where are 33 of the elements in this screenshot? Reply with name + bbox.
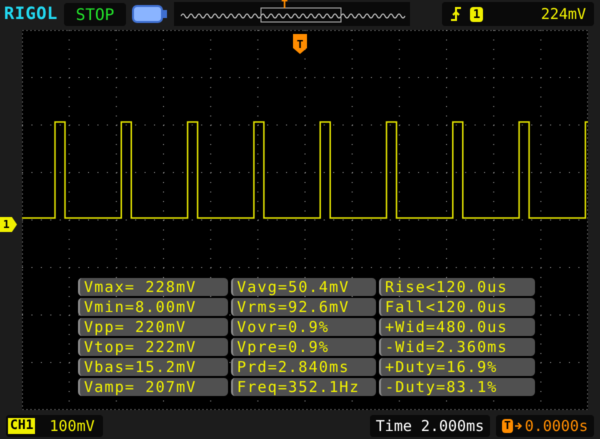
battery-icon <box>132 5 168 23</box>
measurement-cell: Vrms=92.6mV <box>231 298 376 316</box>
channel-label: CH1 <box>8 418 36 434</box>
measurement-cell: +Duty=16.9% <box>379 358 535 376</box>
right-arrow-icon <box>514 420 523 430</box>
measurement-cell: Vbas=15.2mV <box>78 358 228 376</box>
rising-edge-icon <box>450 6 462 22</box>
channel-level-marker[interactable]: 1 <box>0 217 17 232</box>
measurement-cell: Rise<120.0us <box>379 278 535 296</box>
measurement-cell: Freq=352.1Hz <box>231 378 376 396</box>
run-state[interactable]: STOP <box>64 2 126 26</box>
trigger-position-marker: T <box>281 0 288 11</box>
vertical-scale: 100mV <box>49 416 95 434</box>
trigger-offset-label: T <box>502 418 513 432</box>
trigger-level: 224mV <box>540 5 586 23</box>
measurement-cell: -Wid=2.360ms <box>379 338 535 356</box>
time-base: Time 2.000ms <box>370 414 490 436</box>
measurement-cell: +Wid=480.0us <box>379 318 535 336</box>
measurement-cell: Vpre=0.9% <box>231 338 376 356</box>
measurement-cell: Vpp= 220mV <box>78 318 228 336</box>
measurement-cell: Vtop= 222mV <box>78 338 228 356</box>
measurement-cell: Fall<120.0us <box>379 298 535 316</box>
measurement-cell: Vavg=50.4mV <box>231 278 376 296</box>
trigger-marker[interactable]: T <box>293 34 307 54</box>
trigger-channel: 1 <box>470 6 484 22</box>
measurement-cell: -Duty=83.1% <box>379 378 535 396</box>
measurement-cell: Vmin=8.00mV <box>78 298 228 316</box>
measurement-cell: Vmax= 228mV <box>78 278 228 296</box>
trigger-offset: 0.0000s <box>524 416 588 434</box>
measurement-cell: Vamp= 207mV <box>78 378 228 396</box>
measurement-cell: Prd=2.840ms <box>231 358 376 376</box>
measurement-cell: Vovr=0.9% <box>231 318 376 336</box>
brand-logo: RIGOL <box>4 4 58 24</box>
